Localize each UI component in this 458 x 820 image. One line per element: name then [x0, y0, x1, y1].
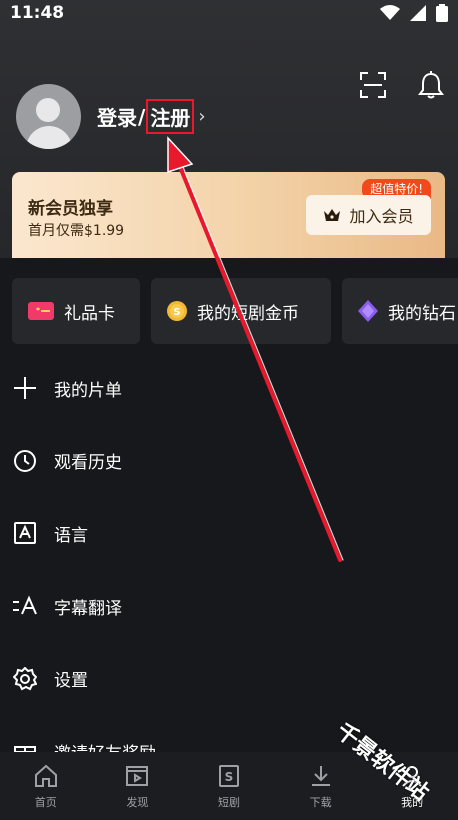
signal-icon — [410, 5, 426, 21]
bell-icon[interactable] — [416, 70, 446, 100]
vip-title: 新会员独享 — [28, 199, 113, 219]
language-icon — [12, 520, 38, 546]
nav-label: 首页 — [34, 796, 57, 809]
vip-subtitle: 首月仅需$1.99 — [28, 223, 125, 239]
nav-label: 发现 — [126, 796, 149, 809]
wifi-icon — [380, 5, 400, 20]
menu-item-my-list[interactable]: 我的片单 — [0, 352, 458, 425]
nav-home[interactable]: 首页 — [0, 752, 92, 820]
gift-card-button[interactable]: 礼品卡 — [12, 278, 140, 344]
nav-discover[interactable]: 发现 — [92, 752, 184, 820]
coins-button[interactable]: S 我的短剧金币 — [151, 278, 331, 344]
menu-label: 语言 — [54, 525, 88, 546]
avatar[interactable] — [16, 84, 81, 149]
menu-item-settings[interactable]: 设置 — [0, 642, 458, 715]
play-icon — [126, 766, 149, 786]
battery-icon — [436, 4, 448, 22]
slash-divider: / — [138, 104, 146, 129]
diamonds-label[interactable]: 我的钻石 — [388, 299, 456, 324]
clock-icon — [12, 448, 38, 474]
chevron-right-icon: › — [198, 106, 206, 127]
menu-label: 设置 — [54, 671, 88, 692]
coins-label[interactable]: 我的短剧金币 — [197, 299, 299, 324]
gift-card-icon — [28, 302, 54, 320]
scan-icon[interactable] — [358, 70, 388, 100]
menu-list: 我的片单 观看历史 语言 字幕翻译 设置 邀请好友奖励 — [0, 352, 458, 788]
gear-icon — [12, 666, 38, 692]
svg-text:S: S — [173, 307, 180, 318]
status-icons — [380, 4, 448, 22]
plus-icon — [12, 375, 38, 401]
menu-item-subtitle[interactable]: 字幕翻译 — [0, 570, 458, 643]
status-time: 11:48 — [10, 3, 65, 23]
subtitle-icon — [12, 593, 38, 619]
diamond-icon — [358, 300, 378, 322]
login-register-link[interactable]: 登录 / 注册 › — [97, 99, 206, 134]
crown-icon — [324, 209, 341, 221]
menu-label: 字幕翻译 — [54, 598, 122, 619]
quick-actions: 礼品卡 S 我的短剧金币 我的钻石 — [12, 278, 458, 344]
menu-label: 观看历史 — [54, 453, 122, 474]
login-label[interactable]: 登录 — [97, 102, 137, 131]
join-vip-button[interactable]: 加入会员 — [306, 195, 431, 235]
status-bar: 11:48 — [0, 0, 458, 26]
vip-banner[interactable]: 新会员独享 首月仅需$1.99 超值特价! 加入会员 — [12, 172, 445, 258]
coin-icon: S — [167, 301, 187, 321]
svg-text:S: S — [225, 770, 234, 784]
menu-label: 我的片单 — [54, 380, 122, 401]
menu-item-history[interactable]: 观看历史 — [0, 425, 458, 498]
diamonds-button[interactable]: 我的钻石 — [342, 278, 458, 344]
menu-item-language[interactable]: 语言 — [0, 497, 458, 570]
nav-drama[interactable]: S 短剧 — [183, 752, 275, 820]
gift-card-label[interactable]: 礼品卡 — [64, 299, 115, 324]
register-label[interactable]: 注册 — [146, 99, 195, 134]
nav-label: 短剧 — [217, 796, 240, 809]
join-vip-label[interactable]: 加入会员 — [349, 203, 413, 227]
profile-section[interactable]: 登录 / 注册 › — [16, 84, 206, 149]
drama-icon: S — [218, 765, 239, 787]
home-icon — [34, 764, 57, 787]
